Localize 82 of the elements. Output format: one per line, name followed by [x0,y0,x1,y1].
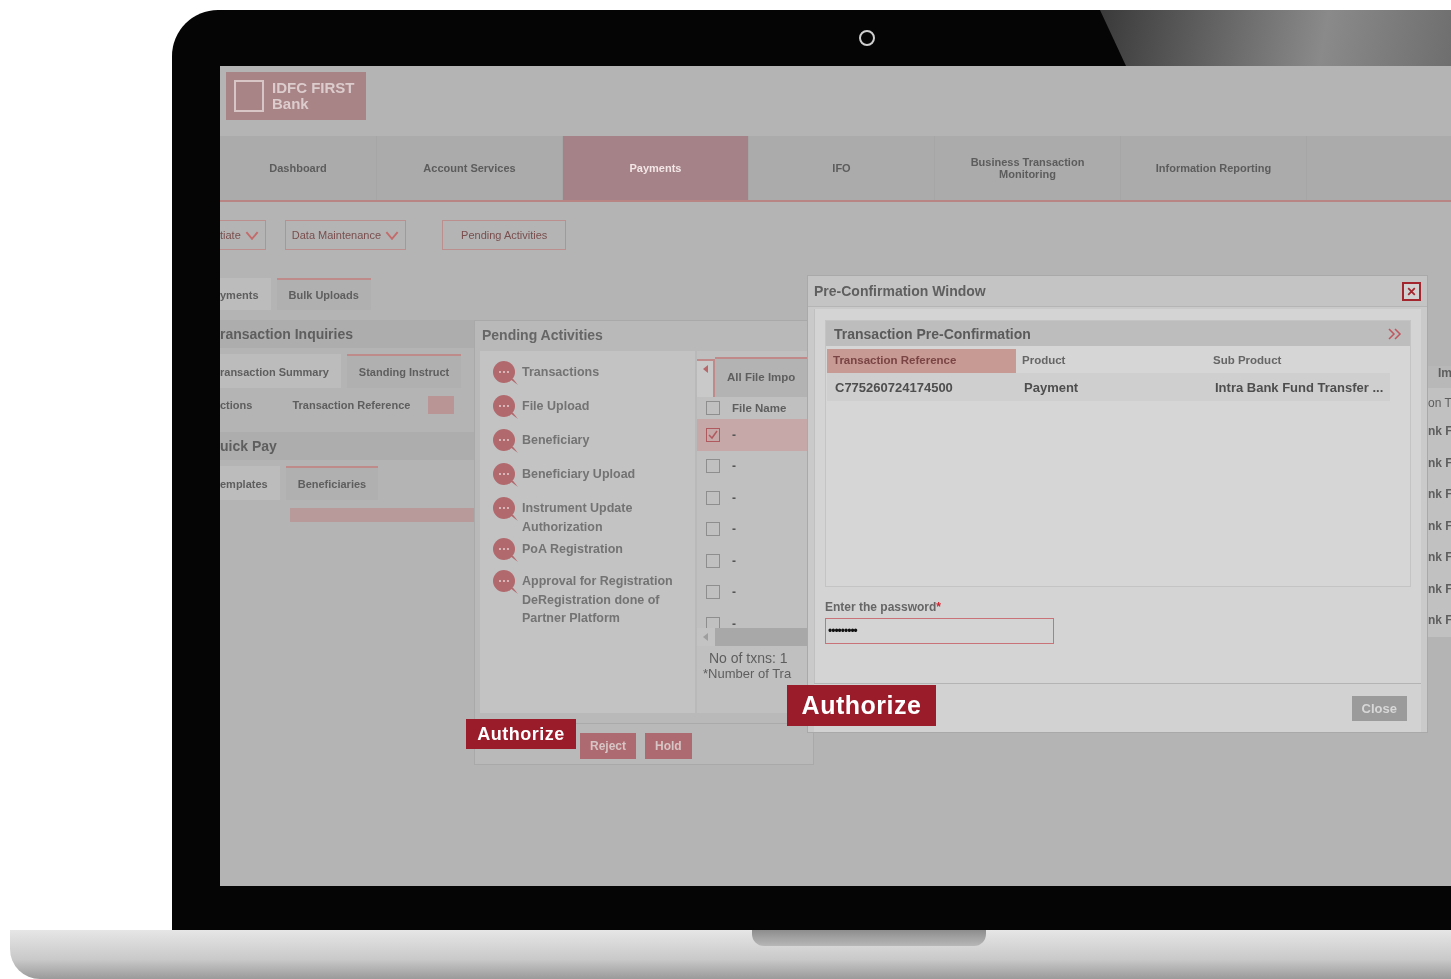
camera-dot [859,30,875,46]
field-label: Enter the password* [825,600,943,614]
authorize-button[interactable]: Authorize [466,719,576,749]
tab[interactable]: Standing Instruct [346,354,462,388]
activity-link[interactable]: Beneficiary Upload [522,465,682,484]
checkbox[interactable] [706,427,720,442]
close-icon [1406,285,1417,297]
collapse-handle[interactable] [697,359,715,397]
menu-dropdown[interactable]: Data Maintenance [284,220,407,250]
action-button[interactable]: Reject [580,733,637,759]
activity-link[interactable]: Beneficiary [522,431,682,450]
nav-tab[interactable]: Payments [563,136,749,200]
chat-bubble-icon [493,538,515,560]
column-header-background [428,396,455,414]
logo-text: IDFC FIRST Bank [272,80,355,112]
checkbox[interactable] [706,459,720,474]
password-field[interactable]: ••••••••• [825,618,1054,644]
section-header: ransaction Inquiries [220,320,475,348]
logo-mark-icon [234,80,264,112]
activity-link[interactable]: File Upload [522,397,682,416]
table-cell: - [732,490,736,505]
caret-left-icon [702,365,708,373]
tab[interactable]: Beneficiaries [285,466,379,500]
selected-row[interactable]: - [697,419,807,451]
checkbox[interactable] [706,490,720,505]
chat-bubble-icon [493,463,515,485]
section-title: Transaction Pre-Confirmation [834,325,1031,342]
nav-tab[interactable]: IFO [749,136,935,200]
tab[interactable]: emplates [220,466,280,500]
panel-title: Pending Activities [481,326,604,345]
table-cell-text: C775260724174500 [834,379,954,395]
column-header[interactable]: Product [1016,349,1207,373]
activity-link[interactable]: Approval for Registration DeRegistration done of Partner Platform [522,572,682,628]
nav-tab[interactable]: Business Transaction Monitoring [935,136,1121,200]
tab[interactable]: ransaction Summary [220,354,341,388]
table-cell: - [732,427,736,442]
bank-logo[interactable]: IDFC FIRST Bank [226,72,366,120]
chat-bubble-icon [493,395,515,417]
chat-bubble-icon [493,361,515,383]
transaction-count: No of txns: 1 [708,649,789,666]
column-header: ctions [220,399,253,411]
column-header[interactable]: Transaction Reference [827,349,1016,373]
activity-link[interactable]: Instrument Update Authorization [522,499,682,536]
table-cell: on T [1426,388,1451,416]
column-header: Transaction Reference [292,399,411,411]
checkbox[interactable] [706,522,720,537]
caret-left-icon [703,632,708,641]
dialog-title: Pre-Confirmation Window [814,283,986,299]
checkbox[interactable] [706,585,720,600]
table-cell: - [732,459,736,474]
column-header[interactable]: Sub Product [1207,349,1409,373]
nav-tab[interactable]: Dashboard [220,136,377,200]
chevron-down-icon [385,230,400,240]
tab[interactable]: Bulk Uploads [276,278,371,310]
table-cell: - [732,616,736,631]
double-chevron-icon[interactable] [1388,327,1402,340]
chat-bubble-icon [493,429,515,451]
chat-bubble-icon [493,497,515,519]
close-button[interactable]: Close [1351,695,1407,721]
table-cell: - [732,585,736,600]
footnote: *Number of Tra [702,665,793,681]
nav-tab[interactable]: Information Reporting [1121,136,1307,200]
tab[interactable]: yments [220,278,271,310]
column-header: File Name [732,402,787,414]
authorize-button[interactable]: Authorize [787,685,936,726]
tab[interactable]: All File Impo [715,357,807,397]
table-cell: - [732,553,736,568]
table-cell-text: Payment [1023,379,1080,395]
table-cell: - [732,522,736,537]
checkbox[interactable] [706,401,720,415]
menu-dropdown[interactable]: tiate [220,220,266,250]
action-button[interactable]: Hold [645,733,692,759]
activity-link[interactable]: Transactions [522,363,682,382]
chevron-down-icon [244,230,259,240]
checkbox[interactable] [706,553,720,568]
activity-link[interactable]: PoA Registration [522,540,682,559]
section-header: uick Pay [220,432,475,460]
close-button[interactable] [1402,281,1421,301]
pending-activities-button[interactable]: Pending Activities [442,220,567,250]
table-cell-text: Intra Bank Fund Transfer ... [1214,379,1385,395]
column-header: Im [1426,366,1451,388]
chat-bubble-icon [493,570,515,592]
